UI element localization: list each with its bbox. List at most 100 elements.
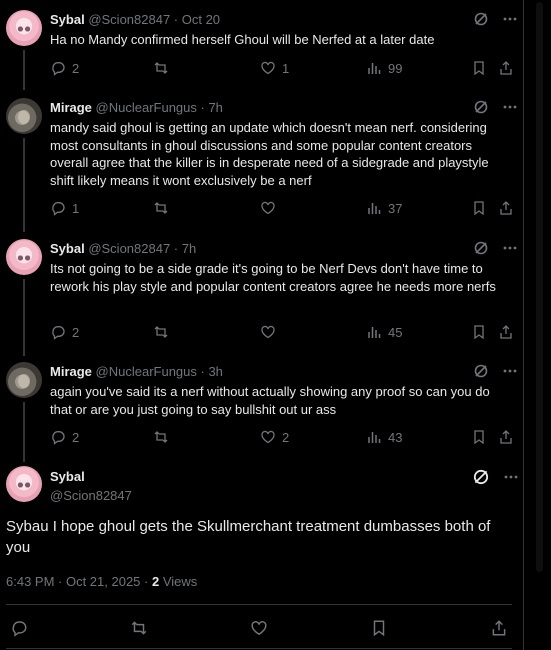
avatar[interactable] [6, 466, 42, 502]
avatar[interactable] [6, 239, 42, 275]
tweet-header: Sybal @Scion82847 · 7h [50, 241, 196, 256]
reply-button[interactable] [10, 619, 28, 637]
display-name[interactable]: Sybal [50, 12, 85, 27]
reply-icon [52, 326, 65, 340]
repost-icon [154, 202, 168, 214]
repost-icon [154, 62, 168, 74]
share-button[interactable] [498, 429, 514, 445]
like-button[interactable] [250, 619, 268, 637]
views-icon [368, 203, 381, 214]
grok-icon[interactable] [473, 240, 489, 256]
conversation-timeline: Sybal @Scion82847 · Oct 20 Ha no Mandy c… [0, 0, 527, 650]
reply-count: 2 [72, 60, 80, 76]
share-icon [500, 325, 512, 339]
user-handle[interactable]: @Scion82847 [88, 12, 170, 27]
views-count: 43 [388, 429, 403, 445]
display-name[interactable]: Mirage [50, 100, 92, 115]
timestamp[interactable]: · Oct 20 [170, 12, 220, 27]
views-count: 45 [388, 324, 403, 340]
reply-button[interactable]: 2 [50, 60, 79, 76]
views-button[interactable]: 37 [366, 200, 402, 216]
grok-icon[interactable] [473, 99, 489, 115]
grok-icon[interactable] [472, 468, 490, 486]
views-icon [368, 432, 381, 443]
more-icon[interactable] [502, 11, 518, 27]
reply-button[interactable]: 2 [50, 429, 79, 445]
tweet-actions: 2 45 [50, 324, 515, 342]
user-handle[interactable]: @Scion82847 [88, 241, 170, 256]
like-button[interactable]: 2 [260, 429, 289, 445]
avatar[interactable] [6, 98, 42, 134]
views-button[interactable]: 99 [366, 60, 402, 76]
reply-tweet[interactable]: Mirage @NuclearFungus · 3h again you've … [0, 354, 523, 462]
like-icon [261, 201, 275, 215]
views-count: 99 [388, 60, 403, 76]
reply-tweet[interactable]: Mirage @NuclearFungus · 7h mandy said gh… [0, 88, 523, 232]
avatar[interactable] [6, 362, 42, 398]
share-button[interactable] [490, 619, 508, 637]
bookmark-button[interactable] [471, 200, 487, 216]
grok-icon[interactable] [473, 11, 489, 27]
tweet-actions [10, 619, 510, 639]
tweet-top-icons [473, 240, 518, 256]
bookmark-button[interactable] [471, 429, 487, 445]
scrollbar-thumb[interactable] [536, 2, 543, 572]
like-button[interactable]: 1 [260, 60, 289, 76]
timestamp[interactable]: · 7h [170, 241, 196, 256]
tweet-header: Mirage @NuclearFungus · 3h [50, 364, 223, 379]
repost-button[interactable] [153, 200, 175, 216]
share-button[interactable] [498, 60, 514, 76]
like-button[interactable] [260, 324, 282, 340]
reply-button[interactable]: 1 [50, 200, 79, 216]
like-icon [261, 61, 275, 75]
bookmark-icon [373, 620, 385, 637]
bookmark-button[interactable] [471, 324, 487, 340]
user-handle[interactable]: @Scion82847 [50, 488, 132, 503]
repost-button[interactable] [153, 60, 175, 76]
display-name[interactable]: Sybal [50, 241, 85, 256]
like-count: 1 [282, 60, 290, 76]
share-button[interactable] [498, 200, 514, 216]
timestamp[interactable]: · 3h [197, 364, 223, 379]
like-icon [251, 621, 267, 636]
views-button[interactable]: 43 [366, 429, 402, 445]
timestamp[interactable]: 6:43 PM · Oct 21, 2025 · [6, 574, 152, 589]
more-icon[interactable] [502, 363, 518, 379]
display-name[interactable]: Mirage [50, 364, 92, 379]
thread-line [23, 138, 25, 232]
user-handle[interactable]: @NuclearFungus [96, 100, 197, 115]
thread-line [23, 279, 25, 356]
repost-button[interactable] [153, 429, 175, 445]
more-icon[interactable] [502, 99, 518, 115]
bookmark-button[interactable] [471, 60, 487, 76]
reply-count: 2 [72, 429, 80, 445]
reply-button[interactable]: 2 [50, 324, 79, 340]
share-icon [500, 201, 512, 215]
user-handle[interactable]: @NuclearFungus [96, 364, 197, 379]
views-button[interactable]: 45 [366, 324, 402, 340]
repost-button[interactable] [153, 324, 175, 340]
more-icon[interactable] [503, 469, 519, 485]
avatar[interactable] [6, 10, 42, 46]
more-icon[interactable] [502, 240, 518, 256]
share-button[interactable] [498, 324, 514, 340]
tweet-text: Its not going to be a side grade it's go… [50, 261, 496, 294]
tweet-header: Mirage @NuclearFungus · 7h [50, 100, 223, 115]
display-name[interactable]: Sybal [50, 469, 85, 484]
repost-button[interactable] [130, 619, 148, 637]
tweet-text: Ha no Mandy confirmed herself Ghoul will… [50, 32, 435, 47]
timestamp[interactable]: · 7h [197, 100, 223, 115]
like-count: 2 [282, 429, 290, 445]
repost-icon [154, 431, 168, 443]
repost-icon [154, 326, 168, 338]
like-button[interactable] [260, 200, 282, 216]
grok-icon[interactable] [473, 363, 489, 379]
share-icon [500, 430, 512, 444]
repost-icon [131, 621, 147, 635]
reply-icon [52, 202, 65, 216]
reply-tweet[interactable]: Sybal @Scion82847 · Oct 20 Ha no Mandy c… [0, 0, 523, 90]
reply-tweet[interactable]: Sybal @Scion82847 · 7h Its not going to … [0, 230, 523, 356]
bookmark-button[interactable] [370, 619, 388, 637]
views-icon [368, 63, 381, 74]
tweet-top-icons [473, 363, 518, 379]
